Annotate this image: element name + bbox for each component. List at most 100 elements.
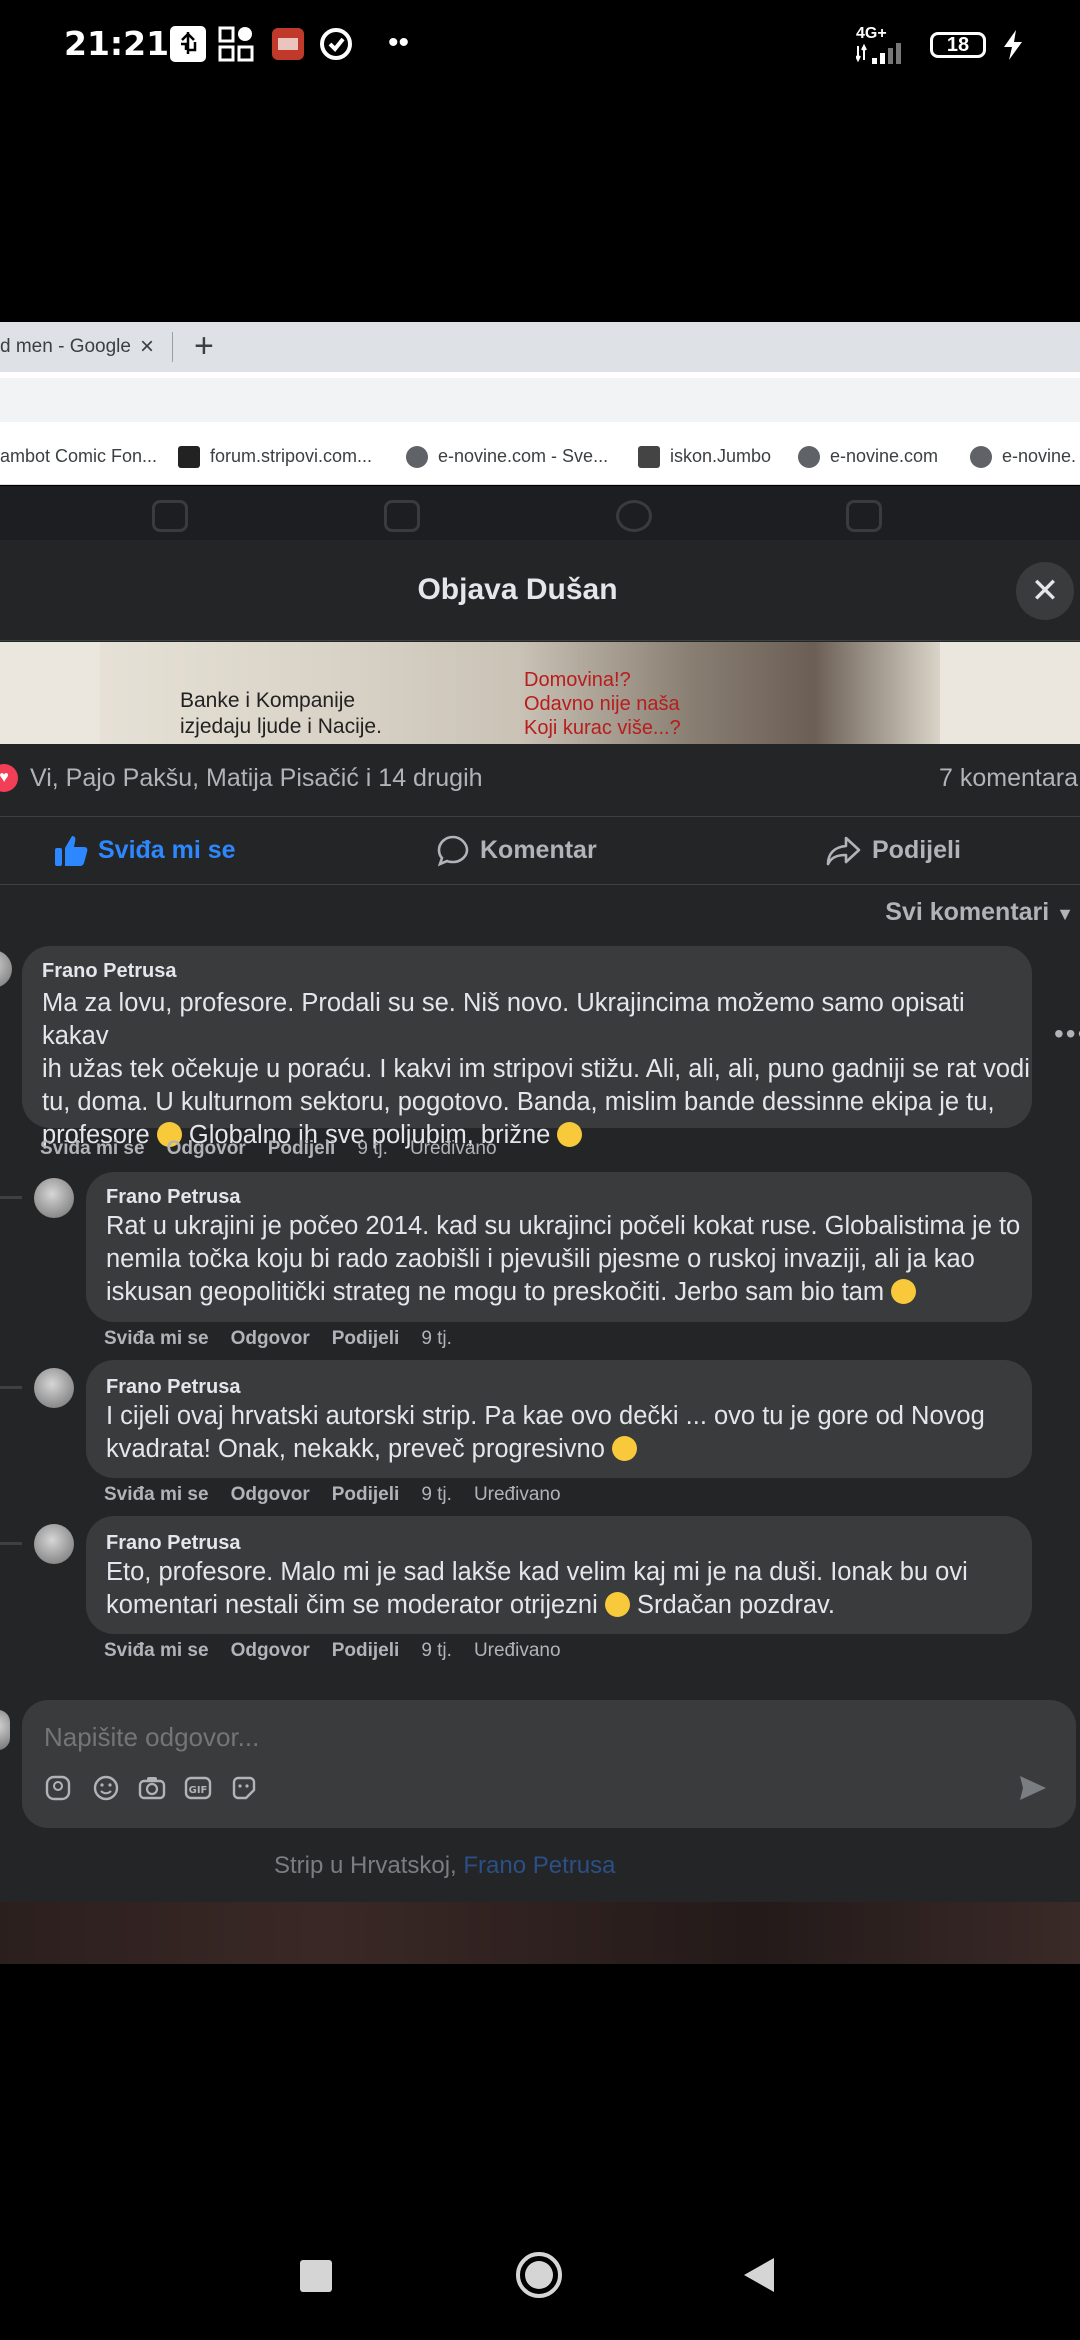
data-saver-icon (320, 28, 352, 60)
smile-emoji-icon (557, 1122, 583, 1147)
battery-indicator: 18 (930, 32, 986, 58)
edited-label: Uređivano (409, 1138, 497, 1159)
smile-emoji-icon (604, 1592, 630, 1617)
comment-icon (437, 836, 469, 867)
avatar[interactable] (34, 1178, 74, 1218)
dialog-title: Objava Dušan (417, 573, 618, 606)
comment-text: Eto, profesore. Malo mi je sad lakše kad… (106, 1558, 968, 1619)
comment-author[interactable]: Frano Petrusa (106, 1532, 240, 1555)
jumbo-favicon-icon (638, 446, 660, 469)
avatar[interactable] (34, 1368, 74, 1408)
comment-author[interactable]: Frano Petrusa (106, 1376, 240, 1399)
thread-line (0, 1196, 22, 1199)
comment-actions: Sviđa mi se Odgovor Podijeli 9 tj. (104, 1328, 474, 1350)
divider (0, 884, 1080, 885)
send-icon[interactable] (1018, 1774, 1048, 1802)
post-image-caption-left: Banke i Kompanije izjedaju ljude i Nacij… (180, 689, 382, 738)
post-image-caption-right: Domovina!? Odavno nije naša Koji kurac v… (524, 669, 681, 739)
comment-time[interactable]: 9 tj. (421, 1328, 452, 1349)
sticker-icon[interactable] (230, 1774, 258, 1802)
avatar[interactable] (34, 1524, 74, 1564)
emoji-icon[interactable] (92, 1774, 120, 1802)
reactions-summary[interactable]: Vi, Pajo Pakšu, Matija Pisačić i 14 drug… (30, 764, 483, 793)
groups-icon[interactable] (616, 500, 652, 532)
camera-icon[interactable] (138, 1774, 166, 1802)
comment-reply-button[interactable]: Odgovor (167, 1138, 246, 1159)
comment-like-button[interactable]: Sviđa mi se (104, 1484, 209, 1505)
network-type: 4G+ (856, 25, 887, 42)
bookmark-item[interactable]: e-novine. (970, 428, 1076, 484)
reply-input[interactable] (42, 1716, 1006, 1758)
back-icon[interactable] (742, 2256, 776, 2294)
chevron-down-icon: ▼ (1056, 904, 1074, 924)
avatar-sticker-icon[interactable] (44, 1774, 72, 1802)
more-notifications-icon: •• (388, 26, 410, 59)
comment-author[interactable]: Frano Petrusa (42, 960, 176, 983)
app-notification-icon (272, 28, 304, 60)
comment-share-button[interactable]: Podijeli (332, 1328, 400, 1349)
new-tab-icon[interactable]: + (194, 322, 214, 370)
signal-icon (856, 43, 901, 64)
comment-share-button[interactable]: Podijeli (268, 1138, 336, 1159)
comment-like-button[interactable]: Sviđa mi se (40, 1138, 145, 1159)
tab-close-icon[interactable]: × (140, 322, 154, 372)
bookmark-item[interactable]: iskon.Jumbo (638, 428, 771, 484)
gif-icon[interactable]: GIF (184, 1774, 212, 1802)
comment-text: I cijeli ovaj hrvatski autorski strip. P… (106, 1402, 985, 1463)
comment-time[interactable]: 9 tj. (421, 1640, 452, 1661)
comment-text: Ma za lovu, profesore. Prodali su se. Ni… (42, 989, 1030, 1149)
tab-separator (172, 332, 173, 362)
comment-share-button[interactable]: Podijeli (332, 1640, 400, 1661)
share-button[interactable]: Podijeli (826, 816, 961, 884)
comment-text: Rat u ukrajini je počeo 2014. kad su ukr… (106, 1212, 1021, 1306)
thread-line (0, 1542, 22, 1545)
edited-label: Uređivano (473, 1640, 561, 1661)
bookmark-item[interactable]: e-novine.com (798, 428, 938, 484)
background-post-link[interactable]: Frano Petrusa (463, 1852, 615, 1879)
like-button[interactable]: Sviđa mi se (54, 816, 236, 884)
comment-like-button[interactable]: Sviđa mi se (104, 1328, 209, 1349)
status-time: 21:21 (64, 24, 170, 63)
marketplace-icon[interactable] (384, 500, 420, 532)
comment-time[interactable]: 9 tj. (421, 1484, 452, 1505)
more-options-icon[interactable]: ••• (1054, 1018, 1080, 1050)
comment-reply-button[interactable]: Odgovor (231, 1328, 310, 1349)
bookmark-item[interactable]: ambot Comic Fon... (0, 428, 157, 484)
background-post-image (0, 1902, 1080, 1964)
comment-author[interactable]: Frano Petrusa (106, 1186, 240, 1209)
comment-reply-button[interactable]: Odgovor (231, 1640, 310, 1661)
bookmark-item[interactable]: e-novine.com - Sve... (406, 428, 608, 484)
stripovi-favicon-icon (178, 446, 200, 469)
comments-sort-dropdown[interactable]: Svi komentari ▼ (885, 898, 1074, 927)
share-icon (826, 837, 861, 866)
gaming-icon[interactable] (846, 500, 882, 532)
home-button-icon[interactable] (514, 2250, 564, 2300)
smile-emoji-icon (891, 1279, 917, 1304)
background-post-text: Strip u Hrvatskoj, Frano Petrusa (274, 1852, 616, 1879)
divider (0, 640, 1080, 641)
home-icon[interactable] (152, 500, 188, 532)
close-icon[interactable]: ✕ (1016, 562, 1074, 620)
smile-emoji-icon (612, 1436, 638, 1461)
comments-count[interactable]: 7 komentara (939, 764, 1078, 793)
thumbs-up-icon (55, 836, 88, 867)
globe-icon (970, 446, 992, 469)
address-bar[interactable] (0, 378, 1080, 422)
comment-actions: Sviđa mi se Odgovor Podijeli 9 tj. Uređivano (104, 1640, 583, 1662)
comment-reply-button[interactable]: Odgovor (231, 1484, 310, 1505)
usb-icon (170, 26, 206, 62)
comment-share-button[interactable]: Podijeli (332, 1484, 400, 1505)
charging-icon (1004, 30, 1022, 60)
globe-icon (798, 446, 820, 469)
comment-time[interactable]: 9 tj. (357, 1138, 388, 1159)
comment-actions: Sviđa mi se Odgovor Podijeli 9 tj. Uređivano (40, 1138, 519, 1160)
comment-button[interactable]: Komentar (436, 816, 597, 884)
bookmark-item[interactable]: forum.stripovi.com... (178, 428, 372, 484)
edited-label: Uređivano (473, 1484, 561, 1505)
comment-actions: Sviđa mi se Odgovor Podijeli 9 tj. Uređivano (104, 1484, 583, 1506)
comment-like-button[interactable]: Sviđa mi se (104, 1640, 209, 1661)
svg-text:GIF: GIF (189, 1785, 208, 1796)
thread-line (0, 1386, 22, 1389)
recent-apps-icon[interactable] (300, 2260, 332, 2292)
grid-icon (218, 26, 254, 62)
